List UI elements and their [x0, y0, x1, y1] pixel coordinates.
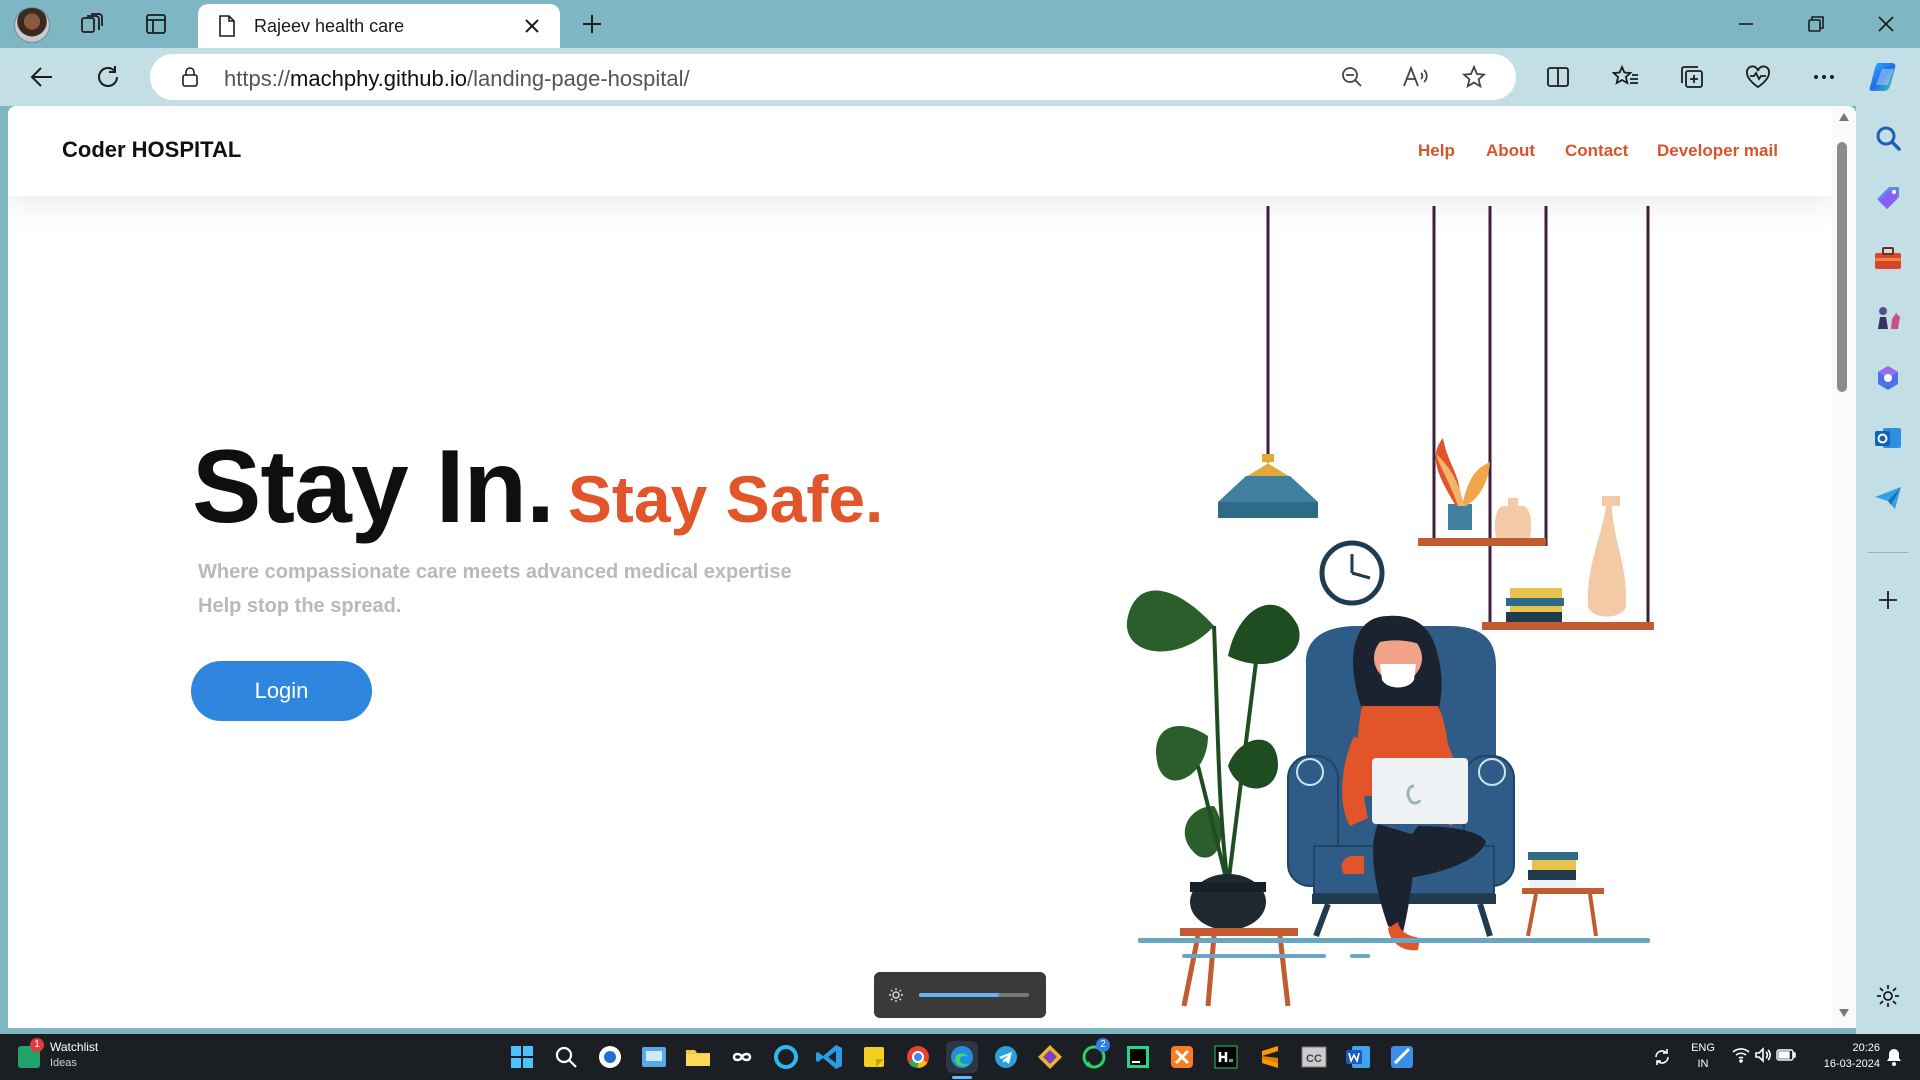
git-tool-icon[interactable] — [1034, 1041, 1066, 1073]
copilot-icon[interactable] — [1868, 59, 1904, 95]
whatsapp-badge: 2 — [1096, 1038, 1110, 1052]
add-sidebar-app-icon[interactable] — [1870, 582, 1906, 618]
profile-avatar[interactable] — [14, 7, 50, 43]
site-navbar: Coder HOSPITAL Help About Contact Develo… — [8, 106, 1832, 196]
volume-icon[interactable] — [1754, 1047, 1772, 1068]
send-paper-plane-icon[interactable] — [1870, 480, 1906, 516]
pycharm-icon[interactable] — [1122, 1041, 1154, 1073]
vscode-icon[interactable] — [814, 1041, 846, 1073]
minimize-icon[interactable] — [1722, 8, 1770, 40]
nav-link-developer-mail[interactable]: Developer mail — [1657, 141, 1778, 161]
nav-link-about[interactable]: About — [1486, 141, 1535, 161]
telegram-icon[interactable] — [990, 1041, 1022, 1073]
hero-heading: Stay In. Stay Safe. — [192, 428, 883, 547]
vertical-tabs-icon[interactable] — [140, 8, 172, 40]
edge-sidebar — [1856, 106, 1920, 1034]
favorite-star-icon[interactable] — [1461, 64, 1487, 94]
sync-tray-icon[interactable] — [1652, 1047, 1672, 1072]
url-path: /landing-page-hospital/ — [466, 66, 690, 91]
watchlist-badge: 1 — [30, 1038, 44, 1052]
notification-bell-icon[interactable] — [1886, 1048, 1902, 1071]
word-icon[interactable] — [1342, 1041, 1374, 1073]
scrollbar-thumb[interactable] — [1837, 142, 1847, 392]
games-chess-icon[interactable] — [1870, 300, 1906, 336]
hero-illustration — [1126, 206, 1654, 1007]
scroll-up-icon[interactable] — [1838, 112, 1850, 122]
terminal-app-icon[interactable] — [638, 1041, 670, 1073]
nav-link-contact[interactable]: Contact — [1565, 141, 1628, 161]
split-screen-icon[interactable] — [1542, 61, 1574, 93]
more-options-icon[interactable] — [1808, 61, 1840, 93]
site-brand[interactable]: Coder HOSPITAL — [62, 137, 241, 163]
outlook-icon[interactable] — [1870, 420, 1906, 456]
restore-icon[interactable] — [1792, 8, 1840, 40]
battery-icon[interactable] — [1776, 1048, 1796, 1067]
collections-icon[interactable] — [1676, 61, 1708, 93]
language-region[interactable]: IN — [1688, 1058, 1718, 1070]
widgets-news-icon[interactable] — [594, 1041, 626, 1073]
read-aloud-icon[interactable] — [1402, 65, 1428, 94]
alexa-ring-icon[interactable] — [770, 1041, 802, 1073]
url-text[interactable]: https://machphy.github.io/landing-page-h… — [224, 66, 690, 92]
workspaces-icon[interactable] — [76, 8, 108, 40]
brightness-level-fill — [919, 993, 999, 997]
start-windows-icon[interactable] — [506, 1041, 538, 1073]
windows-taskbar: 1 Watchlist Ideas 2 CC ENG IN 20:26 16-0… — [0, 1034, 1920, 1080]
hero-title-stay-in: Stay In. — [192, 429, 555, 545]
close-window-icon[interactable] — [1862, 8, 1910, 40]
refresh-icon[interactable] — [92, 61, 124, 93]
clock-date[interactable]: 16-03-2024 — [1808, 1058, 1880, 1070]
scroll-down-icon[interactable] — [1838, 1008, 1850, 1018]
back-icon[interactable] — [26, 61, 58, 93]
watchlist-title[interactable]: Watchlist — [50, 1040, 98, 1054]
hero-subtitle-1: Where compassionate care meets advanced … — [198, 561, 792, 583]
login-button[interactable]: Login — [191, 661, 372, 721]
microsoft-365-icon[interactable] — [1870, 360, 1906, 396]
close-tab-icon[interactable] — [518, 12, 546, 40]
clock-time[interactable]: 20:26 — [1808, 1042, 1880, 1054]
image-editor-icon[interactable] — [1386, 1041, 1418, 1073]
page-file-icon — [216, 14, 238, 43]
svg-text:CC: CC — [1306, 1053, 1322, 1065]
hackerrank-icon[interactable] — [1210, 1041, 1242, 1073]
sidebar-divider — [1868, 552, 1908, 553]
zoom-out-icon[interactable] — [1340, 65, 1364, 94]
lock-icon[interactable] — [180, 66, 200, 93]
cc-app-icon[interactable]: CC — [1298, 1041, 1330, 1073]
language-code[interactable]: ENG — [1688, 1042, 1718, 1054]
sidebar-settings-gear-icon[interactable] — [1870, 978, 1906, 1014]
hero-subtitle-2: Help stop the spread. — [198, 595, 402, 617]
file-explorer-icon[interactable] — [682, 1041, 714, 1073]
page-viewport: Coder HOSPITAL Help About Contact Develo… — [8, 106, 1856, 1028]
shopping-tag-icon[interactable] — [1870, 180, 1906, 216]
sticky-notes-icon[interactable] — [858, 1041, 890, 1073]
nav-link-help[interactable]: Help — [1418, 141, 1455, 161]
new-tab-icon[interactable] — [576, 8, 608, 40]
tab-bar: Rajeev health care — [0, 0, 1920, 48]
address-toolbar: https://machphy.github.io/landing-page-h… — [0, 48, 1920, 106]
tab-title: Rajeev health care — [254, 16, 405, 36]
wifi-icon[interactable] — [1732, 1047, 1750, 1068]
xampp-icon[interactable] — [1166, 1041, 1198, 1073]
active-tab[interactable]: Rajeev health care — [198, 4, 560, 48]
browser-essentials-icon[interactable] — [1742, 61, 1774, 93]
url-scheme: https:// — [224, 66, 291, 91]
edge-active-indicator — [952, 1076, 972, 1079]
url-host: machphy.github.io — [290, 66, 467, 91]
address-bar[interactable]: https://machphy.github.io/landing-page-h… — [150, 54, 1516, 100]
hero-title-stay-safe: Stay Safe. — [567, 462, 884, 536]
sublime-text-icon[interactable] — [1254, 1041, 1286, 1073]
edge-browser-icon[interactable] — [946, 1041, 978, 1073]
search-icon[interactable] — [1870, 120, 1906, 156]
taskbar-search-icon[interactable] — [550, 1041, 582, 1073]
brightness-sun-icon — [889, 988, 903, 1002]
favorites-icon[interactable] — [1610, 61, 1642, 93]
watchlist-subtitle: Ideas — [50, 1057, 77, 1069]
brightness-flyout — [874, 972, 1046, 1018]
chrome-icon[interactable] — [902, 1041, 934, 1073]
infinity-app-icon[interactable] — [726, 1041, 758, 1073]
tools-toolbox-icon[interactable] — [1870, 240, 1906, 276]
